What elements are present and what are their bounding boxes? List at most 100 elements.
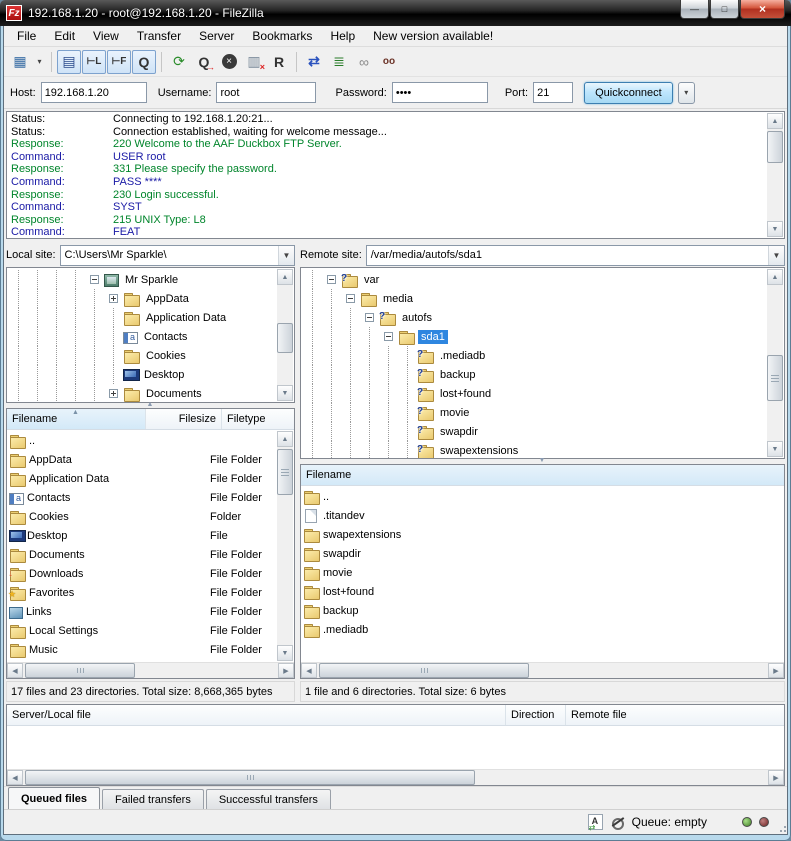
site-manager-dropdown-icon[interactable]: ▾ [33,50,46,74]
column-header-filetype[interactable]: Filetype [222,409,294,429]
queue-hscrollbar[interactable]: ◀ ▶ [7,769,784,785]
file-row[interactable]: swapdir [303,544,782,563]
column-header-filename[interactable]: Filename▲ [7,409,146,429]
tab-failed-transfers[interactable]: Failed transfers [102,789,204,809]
tree-item[interactable]: ? swapdir [303,422,766,441]
collapse-icon[interactable] [327,275,336,284]
tab-successful-transfers[interactable]: Successful transfers [206,789,331,809]
file-row[interactable]: CookiesFolder [9,507,276,526]
file-row[interactable]: LinksFile Folder [9,602,276,621]
scroll-left-icon[interactable]: ◀ [301,663,317,678]
close-button[interactable]: × [740,0,785,19]
scroll-up-icon[interactable]: ▲ [767,113,783,129]
local-site-combo[interactable]: C:\Users\Mr Sparkle\ ▼ [60,245,295,266]
tree-item[interactable]: ? movie [303,403,766,422]
scroll-right-icon[interactable]: ▶ [278,663,294,678]
tree-item[interactable]: Mr Sparkle [9,270,276,289]
quickconnect-button[interactable]: Quickconnect [584,82,673,104]
collapse-icon[interactable] [384,332,393,341]
local-list-hscrollbar[interactable]: ◀ ▶ [7,662,294,678]
expand-icon[interactable] [109,389,118,398]
tree-item[interactable]: Cookies [9,346,276,365]
scroll-right-icon[interactable]: ▶ [768,663,784,678]
scroll-up-icon[interactable]: ▲ [767,269,783,285]
synchronized-browsing-icon[interactable]: ∞ [352,50,376,74]
toggle-message-log-icon[interactable]: ▤ [57,50,81,74]
scroll-up-icon[interactable]: ▲ [277,431,293,447]
menu-edit[interactable]: Edit [45,27,84,45]
transfer-type-icon[interactable] [588,814,603,830]
reconnect-icon[interactable]: R [267,50,291,74]
scrollbar-thumb[interactable] [767,355,783,401]
file-row[interactable]: ★FavoritesFile Folder [9,583,276,602]
file-row[interactable]: DesktopFile [9,526,276,545]
file-row[interactable]: Application DataFile Folder [9,469,276,488]
scrollbar-thumb[interactable] [767,131,783,163]
menu-bookmarks[interactable]: Bookmarks [243,27,321,45]
scrollbar-thumb[interactable] [277,449,293,495]
unsecured-connection-icon[interactable] [610,815,625,830]
menu-server[interactable]: Server [190,27,243,45]
tree-item[interactable]: Application Data [9,308,276,327]
tree-item[interactable]: Contacts [9,327,276,346]
scroll-down-icon[interactable]: ▼ [277,385,293,401]
scrollbar-thumb[interactable] [277,323,293,353]
column-header-remote-file[interactable]: Remote file [566,705,784,725]
column-header-server-local-file[interactable]: Server/Local file [7,705,506,725]
scroll-left-icon[interactable]: ◀ [7,663,23,678]
tree-item[interactable]: media [303,289,766,308]
local-tree-scrollbar[interactable]: ▲ ▼ [277,269,293,401]
site-manager-icon[interactable]: ▦ [8,50,32,74]
tree-item[interactable]: ? var [303,270,766,289]
scroll-right-icon[interactable]: ▶ [768,770,784,785]
resize-grip[interactable] [784,830,786,832]
menu-view[interactable]: View [84,27,128,45]
minimize-button[interactable]: — [680,0,709,19]
quickconnect-dropdown-icon[interactable]: ▾ [678,82,695,104]
refresh-icon[interactable]: ⟳ [167,50,191,74]
cancel-icon[interactable]: × [217,50,241,74]
collapse-arrow-icon[interactable]: ▲ [147,401,154,408]
scrollbar-thumb[interactable] [25,663,135,678]
toggle-remote-tree-icon[interactable]: ⊢F [107,50,131,74]
search-icon[interactable]: oo [377,50,401,74]
toggle-queue-icon[interactable]: Q [132,50,156,74]
tree-item[interactable]: ? swapextensions [303,441,766,459]
file-row[interactable]: swapextensions [303,525,782,544]
scrollbar-thumb[interactable] [25,770,475,785]
file-row[interactable]: backup [303,601,782,620]
column-header-direction[interactable]: Direction [506,705,566,725]
file-row[interactable]: .. [9,431,276,450]
remote-tree-scrollbar[interactable]: ▲ ▼ [767,269,783,457]
tree-item[interactable]: AppData [9,289,276,308]
scrollbar-thumb[interactable] [319,663,529,678]
username-input[interactable] [216,82,316,103]
column-header-filename[interactable]: Filename [301,465,784,485]
tree-item[interactable]: Desktop [9,365,276,384]
file-row[interactable]: ContactsFile Folder [9,488,276,507]
port-input[interactable] [533,82,573,103]
file-row[interactable]: .mediadb [303,620,782,639]
file-row[interactable]: AppDataFile Folder [9,450,276,469]
menu-new-version[interactable]: New version available! [364,27,502,45]
collapse-icon[interactable] [90,275,99,284]
file-row[interactable]: MusicFile Folder [9,640,276,659]
host-input[interactable] [41,82,147,103]
filename-filters-icon[interactable]: ≣ [327,50,351,74]
maximize-button[interactable]: □ [710,0,739,19]
scroll-up-icon[interactable]: ▲ [277,269,293,285]
disconnect-icon[interactable]: ▥× [242,50,266,74]
remote-site-combo[interactable]: /var/media/autofs/sda1 ▼ [366,245,785,266]
file-row[interactable]: Local SettingsFile Folder [9,621,276,640]
tree-item[interactable]: ? .mediadb [303,346,766,365]
password-input[interactable] [392,82,488,103]
collapse-icon[interactable] [365,313,374,322]
menu-file[interactable]: File [8,27,45,45]
collapse-icon[interactable] [346,294,355,303]
column-header-filesize[interactable]: Filesize [146,409,222,429]
file-row[interactable]: .. [303,487,782,506]
local-list-scrollbar[interactable]: ▲ ▼ [277,431,293,661]
file-row[interactable]: DocumentsFile Folder [9,545,276,564]
directory-comparison-icon[interactable]: ⇄ [302,50,326,74]
log-scrollbar[interactable]: ▲ ▼ [767,113,783,237]
